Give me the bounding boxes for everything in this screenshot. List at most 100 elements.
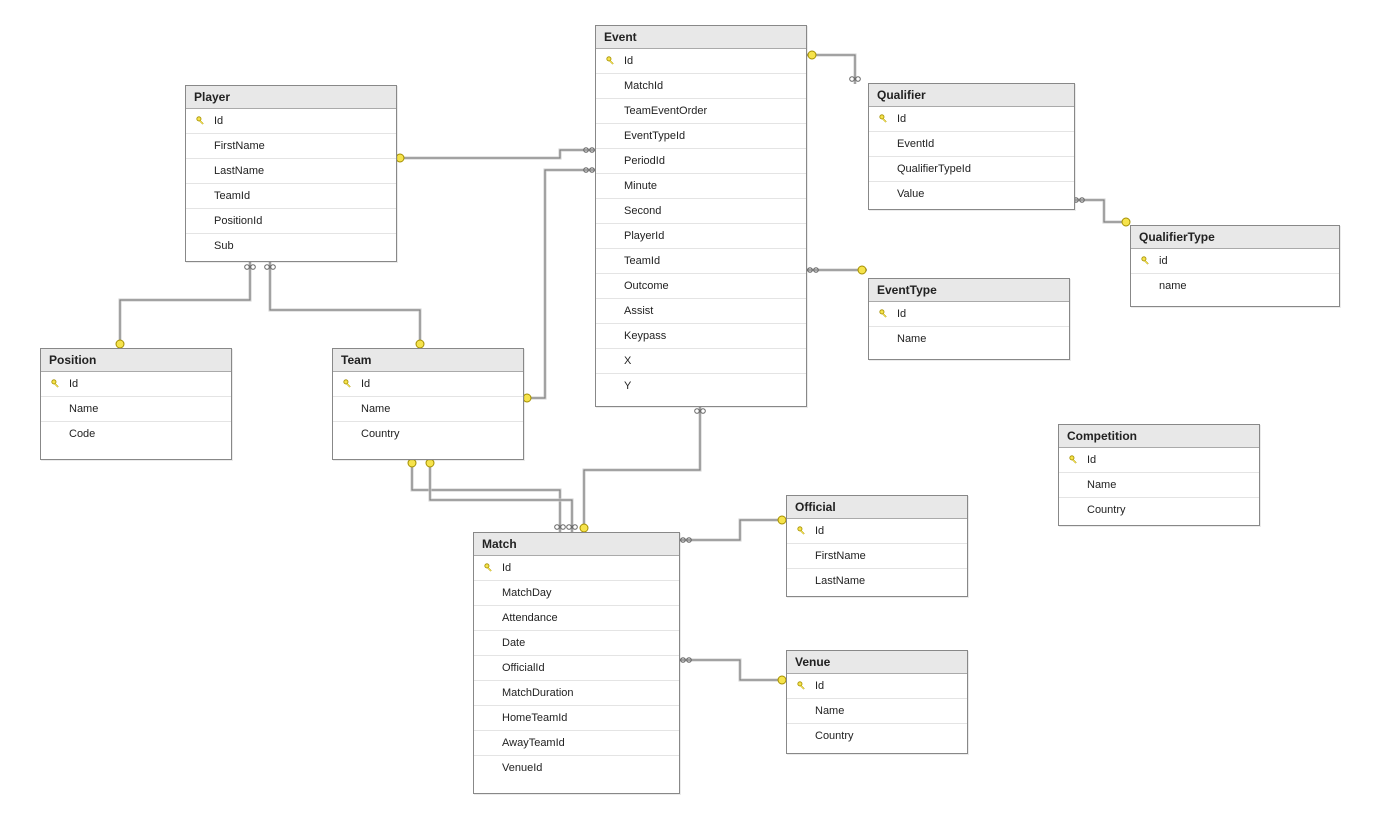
entity-position[interactable]: Position IdNameCode [40, 348, 232, 460]
entity-title: Venue [787, 651, 967, 674]
column-row[interactable]: Name [333, 397, 523, 422]
primary-key-cell [339, 379, 357, 389]
primary-key-icon [879, 114, 889, 124]
column-row[interactable]: Id [1059, 448, 1259, 473]
primary-key-icon [196, 116, 206, 126]
entity-title: QualifierType [1131, 226, 1339, 249]
column-row[interactable]: Second [596, 199, 806, 224]
column-row[interactable]: Id [186, 109, 396, 134]
entity-official[interactable]: Official IdFirstNameLastName [786, 495, 968, 597]
column-row[interactable]: Sub [186, 234, 396, 258]
column-name: Id [893, 113, 906, 125]
column-name: FirstName [210, 140, 265, 152]
entity-title: Player [186, 86, 396, 109]
entity-match-rows: IdMatchDayAttendance Date OfficialIdMatchD… [474, 556, 679, 780]
column-row[interactable]: Id [474, 556, 679, 581]
column-row[interactable]: Id [333, 372, 523, 397]
column-name: MatchId [620, 80, 663, 92]
column-row[interactable]: MatchId [596, 74, 806, 99]
entity-eventtype[interactable]: EventType IdName [868, 278, 1070, 360]
column-row[interactable]: Name [1059, 473, 1259, 498]
primary-key-icon [1141, 256, 1151, 266]
column-row[interactable]: Id [787, 674, 967, 699]
entity-event-rows: Id MatchId TeamEventOrder EventTypeId Period… [596, 49, 806, 398]
column-row[interactable]: Code [41, 422, 231, 446]
column-row[interactable]: TeamId [596, 249, 806, 274]
column-name: Outcome [620, 280, 669, 292]
column-row[interactable]: Country [333, 422, 523, 446]
column-row[interactable]: Value [869, 182, 1074, 206]
column-row[interactable]: MatchDuration [474, 681, 679, 706]
column-name: Name [893, 333, 926, 345]
column-row[interactable]: Id [41, 372, 231, 397]
column-row[interactable]: Date [474, 631, 679, 656]
entity-position-rows: IdNameCode [41, 372, 231, 446]
column-row[interactable]: Name [41, 397, 231, 422]
column-name: Name [811, 705, 844, 717]
column-row[interactable]: EventTypeId [596, 124, 806, 149]
column-name: Assist [620, 305, 653, 317]
column-name: PlayerId [620, 230, 664, 242]
column-row[interactable]: TeamEventOrder [596, 99, 806, 124]
column-name: Keypass [620, 330, 666, 342]
column-row[interactable]: PeriodId [596, 149, 806, 174]
entity-venue[interactable]: Venue Id Name Country [786, 650, 968, 754]
column-row[interactable]: AwayTeamId [474, 731, 679, 756]
primary-key-icon [797, 681, 807, 691]
entity-match[interactable]: Match IdMatchDayAttendanceDateOfficialId… [473, 532, 680, 794]
entity-qualifiertype[interactable]: QualifierType id name [1130, 225, 1340, 307]
column-name: Date [498, 637, 525, 649]
column-row[interactable]: VenueId [474, 756, 679, 780]
primary-key-cell [192, 116, 210, 126]
column-row[interactable]: Country [1059, 498, 1259, 522]
primary-key-cell [793, 526, 811, 536]
column-name: EventTypeId [620, 130, 685, 142]
entity-event[interactable]: Event IdMatchIdTeamEventOrderEventTypeId… [595, 25, 807, 407]
column-row[interactable]: FirstName [787, 544, 967, 569]
column-row[interactable]: Name [869, 327, 1069, 351]
column-name: LastName [210, 165, 264, 177]
primary-key-cell [875, 114, 893, 124]
column-row[interactable]: Outcome [596, 274, 806, 299]
column-row[interactable]: LastName [787, 569, 967, 593]
entity-competition[interactable]: Competition IdNameCountry [1058, 424, 1260, 526]
primary-key-icon [343, 379, 353, 389]
column-row[interactable]: Id [869, 107, 1074, 132]
primary-key-cell [602, 56, 620, 66]
column-row[interactable]: Id [787, 519, 967, 544]
column-row[interactable]: Id [596, 49, 806, 74]
column-row[interactable]: OfficialId [474, 656, 679, 681]
column-row[interactable]: id [1131, 249, 1339, 274]
column-name: TeamId [210, 190, 250, 202]
column-row[interactable]: Id [869, 302, 1069, 327]
entity-player[interactable]: Player Id FirstName LastName TeamId Position… [185, 85, 397, 262]
column-row[interactable]: Keypass [596, 324, 806, 349]
column-name: Sub [210, 240, 234, 252]
column-row[interactable]: Minute [596, 174, 806, 199]
column-row[interactable]: PositionId [186, 209, 396, 234]
column-name: Id [210, 115, 223, 127]
column-row[interactable]: PlayerId [596, 224, 806, 249]
column-row[interactable]: Name [787, 699, 967, 724]
column-row[interactable]: QualifierTypeId [869, 157, 1074, 182]
column-name: name [1155, 280, 1187, 292]
column-row[interactable]: name [1131, 274, 1339, 298]
column-row[interactable]: FirstName [186, 134, 396, 159]
column-row[interactable]: X [596, 349, 806, 374]
column-row[interactable]: LastName [186, 159, 396, 184]
entity-qualifier[interactable]: Qualifier IdEventIdQualifierTypeIdValue [868, 83, 1075, 210]
primary-key-icon [484, 563, 494, 573]
column-row[interactable]: Y [596, 374, 806, 398]
column-row[interactable]: HomeTeamId [474, 706, 679, 731]
column-name: Id [811, 680, 824, 692]
column-row[interactable]: Country [787, 724, 967, 748]
column-row[interactable]: MatchDay [474, 581, 679, 606]
column-name: LastName [811, 575, 865, 587]
column-row[interactable]: EventId [869, 132, 1074, 157]
entity-team[interactable]: Team IdNameCountry [332, 348, 524, 460]
column-row[interactable]: Attendance [474, 606, 679, 631]
entity-venue-rows: Id Name Country [787, 674, 967, 748]
column-row[interactable]: TeamId [186, 184, 396, 209]
column-row[interactable]: Assist [596, 299, 806, 324]
entity-eventtype-rows: Id Name [869, 302, 1069, 351]
